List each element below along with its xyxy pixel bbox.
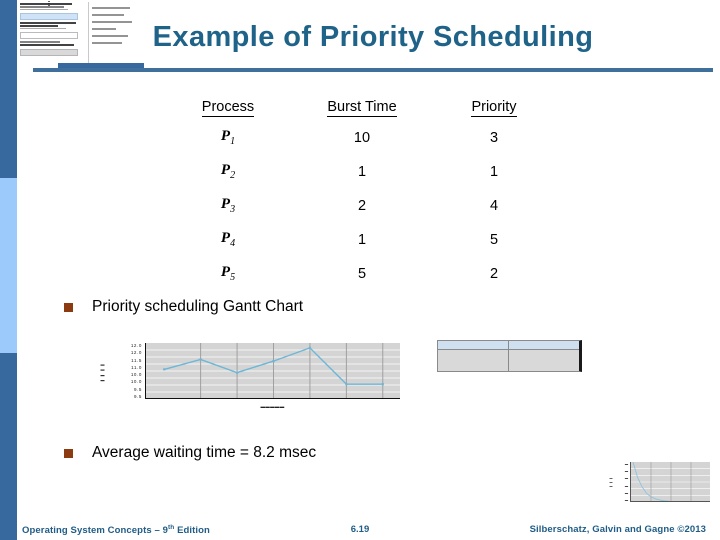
cell-priority: 1 <box>489 163 499 180</box>
square-bullet-icon <box>64 448 73 458</box>
column-header-process: Process <box>201 99 255 117</box>
bullet-average-waiting-time: Average waiting time = 8.2 msec <box>64 444 316 462</box>
gantt-mini-table-thumbnail <box>437 340 582 372</box>
chart-x-axis-label: ▬▬▬▬▬ <box>260 404 285 409</box>
mini-table-header <box>509 341 579 350</box>
cell-burst-time: 1 <box>357 231 367 248</box>
mini-table-column <box>509 341 579 371</box>
left-accent-bar-top <box>0 0 17 178</box>
decay-line-chart-thumbnail: ▬▬▬ ▬ ▬ ▬ ▬ ▬ ▬ <box>608 458 713 510</box>
column-header-burst-time: Burst Time <box>327 99 397 117</box>
mini-table-cell <box>509 350 579 371</box>
decay-chart-y-tick-labels: ▬ ▬ ▬ ▬ ▬ ▬ <box>624 462 628 502</box>
mini-table-column <box>438 341 509 371</box>
mini-table-header <box>438 341 508 350</box>
chart-y-tick-labels: 12.0 12.0 11.5 11.0 10.0 10.0 9.5 9.5 <box>130 343 142 399</box>
table-row: P1 10 3 <box>160 120 560 154</box>
left-accent-bar-middle <box>0 178 17 353</box>
chart-y-axis-label: ▬▬▬▬ <box>100 363 105 385</box>
cell-priority: 3 <box>489 129 499 146</box>
cell-process: P1 <box>220 128 236 147</box>
cell-burst-time: 10 <box>353 129 371 146</box>
cell-priority: 2 <box>489 265 499 282</box>
table-row: P3 2 4 <box>160 188 560 222</box>
cell-burst-time: 5 <box>357 265 367 282</box>
table-header-row: Process Burst Time Priority <box>160 98 560 120</box>
cell-process: P3 <box>220 196 236 215</box>
table-row: P4 1 5 <box>160 222 560 256</box>
cell-priority: 5 <box>489 231 499 248</box>
cell-burst-time: 1 <box>357 163 367 180</box>
left-accent-bar-bottom <box>0 353 17 540</box>
process-table: Process Burst Time Priority P1 10 3 P2 1… <box>160 98 560 290</box>
decay-chart-y-axis-label: ▬▬▬ <box>609 477 613 489</box>
bullet-gantt-chart: Priority scheduling Gantt Chart <box>64 298 303 316</box>
decay-line-chart-svg <box>631 462 710 501</box>
decay-chart-plot-area <box>630 462 710 502</box>
mini-table-cell <box>438 350 508 371</box>
table-row: P5 5 2 <box>160 256 560 290</box>
cell-priority: 4 <box>489 197 499 214</box>
page-title: Example of Priority Scheduling <box>152 21 594 53</box>
cell-burst-time: 2 <box>357 197 367 214</box>
square-bullet-icon <box>64 302 73 312</box>
title-underline-rule <box>33 68 713 72</box>
line-chart-svg <box>146 343 400 398</box>
bullet-gantt-label: Priority scheduling Gantt Chart <box>92 298 304 315</box>
gantt-line-chart-thumbnail: ▬▬▬▬ 12.0 12.0 11.5 11.0 10.0 10.0 9.5 9… <box>98 340 406 410</box>
cell-process: P4 <box>220 230 236 249</box>
bullet-average-label: Average waiting time = 8.2 msec <box>92 444 317 461</box>
chart-plot-area <box>145 343 400 399</box>
cell-process: P2 <box>220 162 236 181</box>
footer-copyright: Silberschatz, Galvin and Gagne ©2013 <box>529 524 706 535</box>
column-header-priority: Priority <box>471 99 517 117</box>
cell-process: P5 <box>220 264 236 283</box>
table-row: P2 1 1 <box>160 154 560 188</box>
